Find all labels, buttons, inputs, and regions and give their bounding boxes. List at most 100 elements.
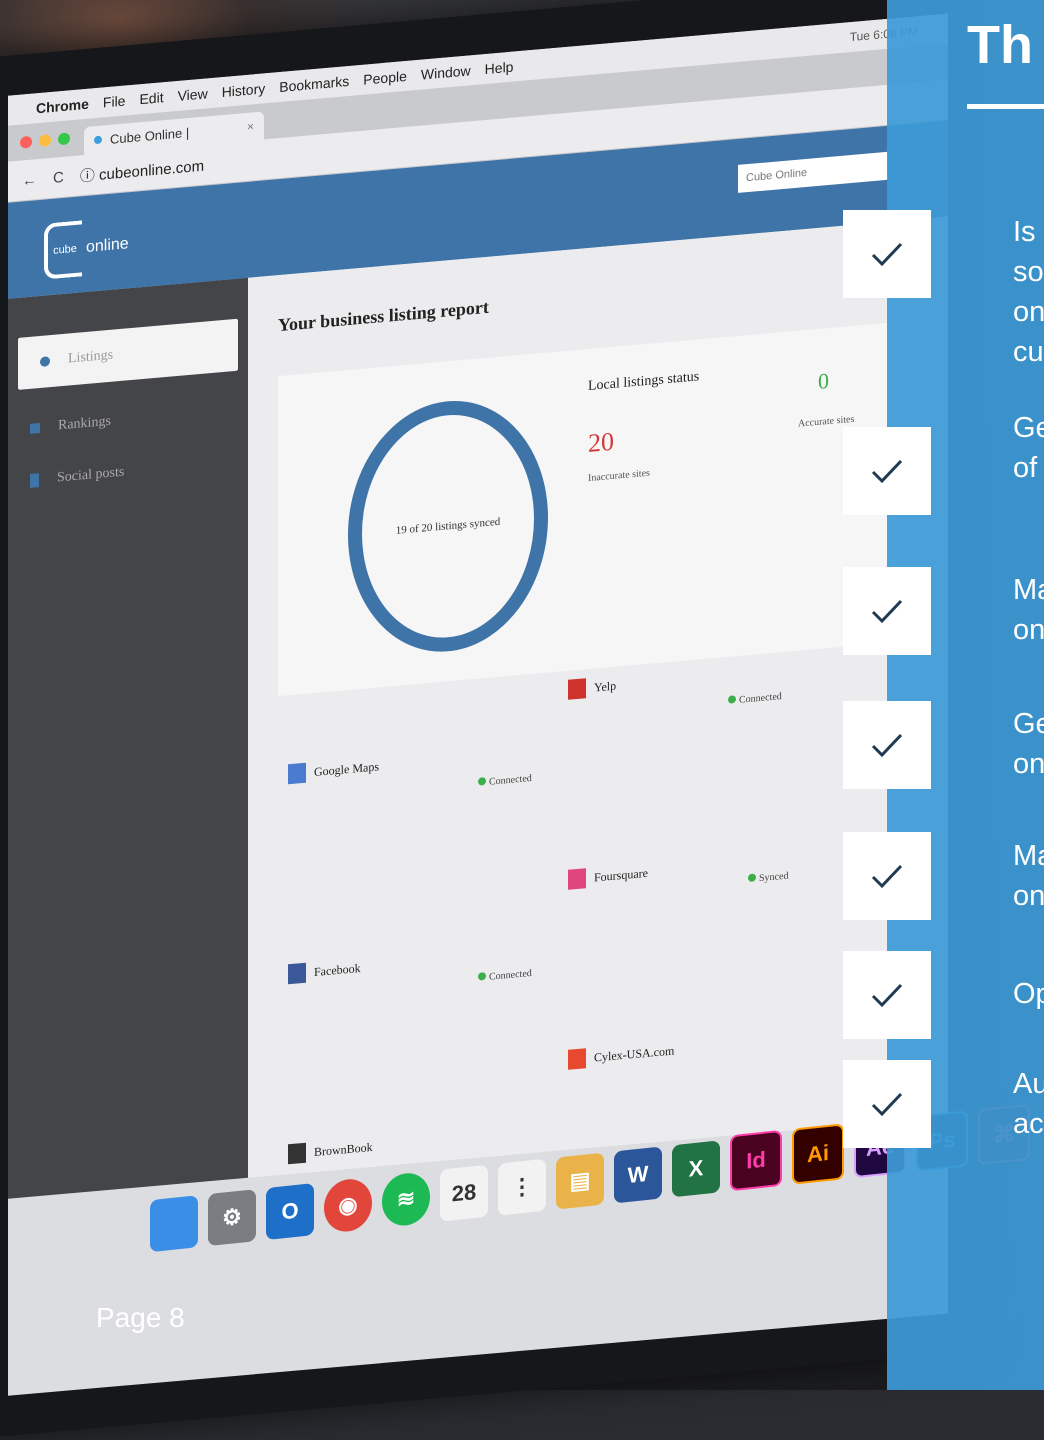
menu-window[interactable]: Window (421, 62, 471, 82)
listing-status: Synced (748, 871, 788, 886)
maximize-window-button[interactable] (58, 132, 70, 146)
checkmark-box-4 (843, 701, 931, 789)
chart-icon (30, 423, 40, 434)
feature-line: of (1013, 452, 1038, 484)
url-field[interactable]: ⓘ cubeonline.com (80, 154, 204, 186)
listing-google-maps[interactable]: Google Maps (288, 756, 379, 785)
brownbook-icon (288, 1142, 306, 1165)
outlook-icon[interactable]: O (266, 1183, 314, 1241)
listing-brownbook[interactable]: BrownBook (288, 1137, 373, 1165)
menu-file[interactable]: File (103, 93, 126, 111)
close-tab-icon[interactable]: × (247, 119, 254, 134)
listing-status-card: 19 of 20 listings synced Local listings … (278, 321, 898, 697)
inaccurate-count: 20 (588, 426, 614, 459)
logo-mark: cube (44, 220, 82, 280)
menu-help[interactable]: Help (485, 59, 514, 78)
account-select[interactable]: Cube Online (738, 151, 888, 193)
sync-ring: 19 of 20 listings synced (348, 392, 548, 661)
google-maps-icon (288, 762, 306, 785)
checkmark-icon (871, 242, 903, 267)
chrome-icon[interactable]: ◉ (324, 1176, 372, 1234)
cylex-icon (568, 1048, 586, 1070)
window-controls (20, 132, 70, 149)
listing-name: Google Maps (314, 758, 379, 779)
app-sidebar: Listings Rankings Social posts (8, 277, 248, 1199)
menu-history[interactable]: History (222, 80, 266, 100)
report-title: Your business listing report (278, 296, 489, 336)
feature-7: Au ac (1013, 1064, 1044, 1144)
feature-line: on (1013, 614, 1044, 646)
feature-3: Ma on (1013, 570, 1044, 650)
sidebar-item-label: Listings (68, 347, 114, 367)
listing-name: Yelp (594, 678, 617, 695)
sidebar-item-listings[interactable]: Listings (18, 318, 238, 390)
tab-title: Cube Online | (110, 124, 190, 147)
illustrator-icon[interactable]: Ai (792, 1123, 844, 1185)
finder-icon[interactable] (150, 1195, 198, 1253)
feature-2: Ge of (1013, 408, 1044, 488)
menu-view[interactable]: View (178, 85, 208, 104)
foursquare-icon (568, 868, 586, 890)
listing-cylex[interactable]: Cylex-USA.com (568, 1041, 674, 1070)
close-window-button[interactable] (20, 135, 32, 149)
feature-line: Ge (1013, 412, 1044, 444)
sidebar-item-label: Rankings (58, 413, 111, 434)
listing-name: Facebook (314, 960, 361, 979)
feature-line: Au (1013, 1068, 1044, 1100)
minimize-window-button[interactable] (39, 134, 51, 148)
feature-line: Ma (1013, 840, 1044, 872)
word-icon[interactable]: W (614, 1146, 662, 1204)
feature-6: Op (1013, 974, 1044, 1014)
feature-line: Ma (1013, 574, 1044, 606)
listing-facebook[interactable]: Facebook (288, 958, 361, 985)
feature-line: Is (1013, 216, 1036, 248)
indesign-icon[interactable]: Id (730, 1129, 782, 1192)
calendar-icon[interactable]: 28 (440, 1164, 488, 1222)
listing-name: BrownBook (314, 1139, 373, 1159)
inaccurate-label: Inaccurate sites (588, 467, 650, 485)
listing-name: Cylex-USA.com (594, 1043, 675, 1065)
checkmark-box-6 (843, 951, 931, 1039)
back-arrow-icon[interactable]: ← (22, 171, 37, 189)
feature-1: Is so on cu (1013, 212, 1044, 372)
checkmark-box-2 (843, 427, 931, 515)
feature-4: Ge on (1013, 704, 1044, 784)
spotify-icon[interactable]: ≋ (382, 1170, 430, 1228)
listing-yelp[interactable]: Yelp (568, 676, 616, 700)
menu-chrome[interactable]: Chrome (36, 96, 89, 117)
features-panel: Th Is so on cu Ge of Ma on Ge on Ma on O… (887, 0, 1044, 1390)
feature-5: Ma on (1013, 836, 1044, 916)
checkmark-box-7 (843, 1060, 931, 1148)
reminders-icon[interactable]: ⋮ (498, 1158, 546, 1216)
accurate-count: 0 (818, 367, 829, 394)
checkmark-box-3 (843, 567, 931, 655)
app-body: Listings Rankings Social posts Your busi… (8, 216, 948, 1199)
logo-text: online (86, 235, 129, 256)
feature-line: cu (1013, 336, 1044, 368)
feature-line: on (1013, 296, 1044, 328)
listing-foursquare[interactable]: Foursquare (568, 863, 648, 890)
facebook-icon (288, 962, 306, 985)
notes-icon[interactable]: ▤ (556, 1152, 604, 1210)
menu-people[interactable]: People (363, 68, 407, 88)
favicon-icon (94, 135, 102, 145)
checkmark-icon (871, 733, 903, 758)
menu-edit[interactable]: Edit (139, 89, 163, 107)
cube-online-logo[interactable]: cube online (44, 216, 129, 280)
listing-status: Connected (478, 968, 532, 984)
checkmark-box-5 (843, 832, 931, 920)
sidebar-item-label: Social posts (57, 464, 125, 486)
feature-line: on (1013, 748, 1044, 780)
ring-label: 19 of 20 listings synced (395, 515, 501, 537)
system-preferences-icon[interactable]: ⚙ (208, 1189, 256, 1247)
menu-bookmarks[interactable]: Bookmarks (279, 73, 349, 95)
reload-icon[interactable]: C (53, 168, 64, 186)
checkmark-icon (871, 459, 903, 484)
checkmark-icon (871, 864, 903, 889)
laptop: Chrome File Edit View History Bookmarks … (0, 0, 980, 1440)
checkmark-icon (871, 1092, 903, 1117)
title-underline (967, 104, 1044, 109)
excel-icon[interactable]: X (672, 1140, 720, 1198)
listing-name: Foursquare (594, 865, 648, 885)
local-status-title: Local listings status (588, 369, 700, 395)
